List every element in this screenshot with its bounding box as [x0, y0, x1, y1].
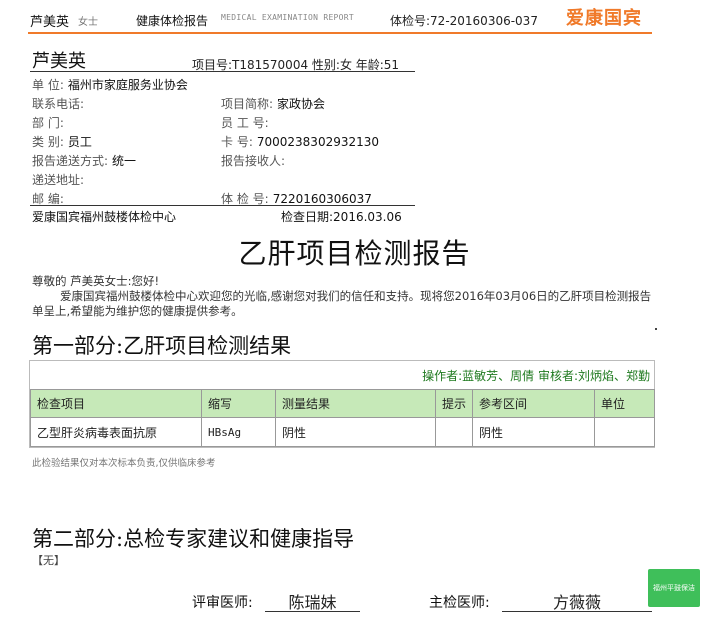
col-header-result: 测量结果: [275, 389, 436, 418]
section2-title: 第二部分:总检专家建议和健康指导: [32, 527, 355, 551]
field-employee-no: 员 工 号:: [221, 114, 269, 131]
col-header-item: 检查项目: [30, 389, 202, 418]
header-divider: [28, 32, 652, 34]
field-postcode-label: 邮 编:: [32, 192, 64, 206]
field-unit: 单 位: 福州市家庭服务业协会: [32, 76, 188, 93]
field-exam-no-value: 7220160306037: [272, 192, 372, 206]
field-department: 部 门:: [32, 114, 64, 131]
field-project-short: 项目简称: 家政协会: [221, 95, 325, 112]
field-exam-no-label: 体 检 号:: [221, 192, 269, 206]
info-divider-bottom: [30, 205, 415, 206]
field-receiver-label: 报告接收人:: [221, 154, 286, 168]
cell-result: 阴性: [275, 417, 436, 447]
exam-date: 检查日期:2016.03.06: [281, 208, 402, 225]
field-address: 递送地址:: [32, 171, 84, 188]
header-title-suffix: 女士: [78, 17, 98, 28]
intro-paragraph: 爱康国宾福州鼓楼体检中心欢迎您的光临,感谢您对我们的信任和支持。现将您2016年…: [32, 289, 652, 318]
field-category-value: 员工: [67, 135, 92, 149]
reviewer-label: 评审医师:: [192, 595, 253, 611]
report-title: 乙肝项目检测报告: [238, 237, 471, 270]
cell-reference: 阴性: [472, 417, 595, 447]
field-employee-no-label: 员 工 号:: [221, 116, 269, 130]
field-phone-label: 联系电话:: [32, 97, 85, 111]
result-note: 此检验结果仅对本次标本负责,仅供临床参考: [32, 458, 216, 469]
field-card-no-label: 卡 号:: [221, 135, 253, 149]
field-address-label: 递送地址:: [32, 173, 85, 187]
field-delivery-method: 报告递送方式: 统一: [32, 152, 136, 169]
cell-abbr: HBsAg: [201, 417, 276, 447]
chief-signature: 方薇薇: [502, 589, 652, 612]
field-category: 类 别: 员工: [32, 133, 92, 150]
header-exam-number: 体检号:72-20160306-037: [390, 14, 538, 28]
exam-center: 爱康国宾福州鼓楼体检中心: [32, 208, 176, 225]
header-patient-name: 芦美英: [30, 15, 70, 30]
stray-dot: [655, 328, 657, 330]
col-header-reference: 参考区间: [472, 389, 595, 418]
exam-center-name: 爱康国宾福州鼓楼体检中心: [32, 210, 177, 224]
col-header-abbr: 缩写: [201, 389, 276, 418]
operators-line: 操作者:蓝敏芳、周倩 审核者:刘炳焰、郑勤: [422, 369, 650, 383]
field-delivery-method-label: 报告递送方式:: [32, 154, 109, 168]
section1-title: 第一部分:乙肝项目检测结果: [32, 334, 292, 358]
field-phone: 联系电话:: [32, 95, 84, 112]
col-header-hint: 提示: [435, 389, 473, 418]
greeting: 尊敬的 芦美英女士:您好!: [32, 274, 160, 288]
table-row: 乙型肝炎病毒表面抗原 HBsAg 阴性 阴性: [30, 417, 655, 447]
field-department-label: 部 门:: [32, 116, 64, 130]
brand-logo-text: 爱康国宾: [566, 8, 642, 29]
field-project-short-value: 家政协会: [277, 97, 326, 111]
field-unit-label: 单 位:: [32, 78, 64, 92]
chief-label: 主检医师:: [429, 595, 490, 611]
col-header-unit: 单位: [594, 389, 655, 418]
patient-name: 芦美英: [32, 51, 86, 72]
field-receiver: 报告接收人:: [221, 152, 285, 169]
result-table-header-row: 检查项目 缩写 测量结果 提示 参考区间 单位: [30, 389, 655, 418]
header-report-title-en: MEDICAL EXAMINATION REPORT: [221, 13, 355, 22]
cell-hint: [435, 417, 473, 447]
field-category-label: 类 别:: [32, 135, 64, 149]
field-unit-value: 福州市家庭服务业协会: [67, 78, 188, 92]
field-card-no: 卡 号: 7000238302932130: [221, 133, 379, 150]
watermark-badge: 福州平鼓保洁: [648, 569, 700, 607]
info-divider-top: [30, 71, 415, 72]
result-table-container: 操作者:蓝敏芳、周倩 审核者:刘炳焰、郑勤 检查项目 缩写 测量结果 提示 参考…: [29, 360, 655, 448]
field-card-no-value: 7000238302932130: [256, 135, 380, 149]
section2-content: 【无】: [32, 554, 65, 567]
cell-item: 乙型肝炎病毒表面抗原: [30, 417, 202, 447]
field-delivery-method-value: 统一: [112, 154, 137, 168]
header-report-title: 健康体检报告: [136, 14, 209, 28]
field-project-short-label: 项目简称:: [221, 97, 274, 111]
exam-date-text: 检查日期:2016.03.06: [281, 210, 402, 224]
cell-unit: [594, 417, 655, 447]
result-table: 检查项目 缩写 测量结果 提示 参考区间 单位 乙型肝炎病毒表面抗原 HBsAg…: [30, 389, 655, 447]
reviewer-signature: 陈瑞妹: [265, 589, 360, 612]
